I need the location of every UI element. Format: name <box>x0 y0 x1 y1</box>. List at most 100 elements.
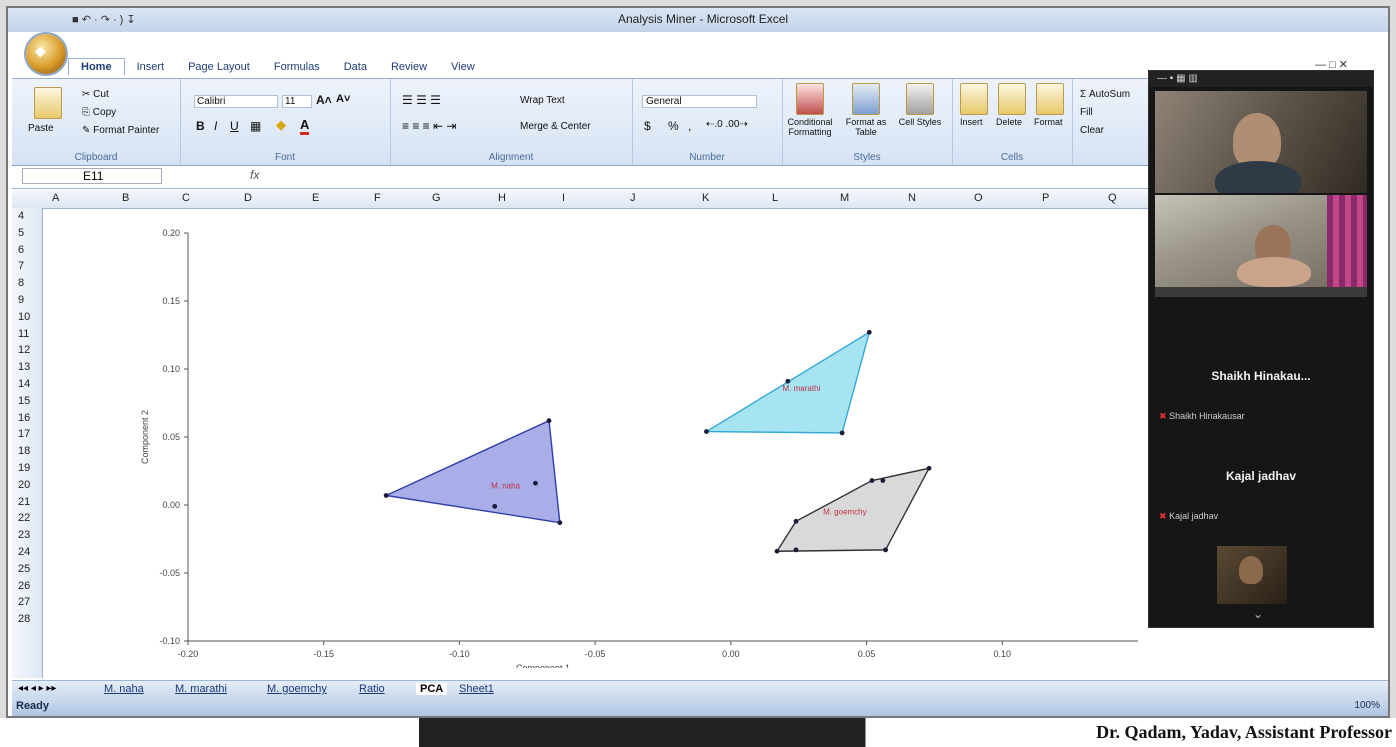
column-header[interactable]: M <box>840 192 849 204</box>
row-header[interactable]: 22 <box>12 510 42 527</box>
decimal-icon[interactable]: ⇠.0 .00⇢ <box>706 119 748 130</box>
row-header[interactable]: 4 <box>12 208 42 225</box>
pca-chart[interactable]: -0.20 -0.15 -0.10 -0.05 0.00 0.05 0.10 -0.10 -0.… <box>48 213 1158 668</box>
column-header[interactable]: L <box>772 192 778 204</box>
tab-insert[interactable]: Insert <box>125 59 177 75</box>
comma-button[interactable]: , <box>688 119 691 133</box>
column-header[interactable]: D <box>244 192 252 204</box>
currency-icon[interactable]: $ <box>644 119 651 133</box>
row-header[interactable]: 10 <box>12 309 42 326</box>
insert-cells-button[interactable]: Insert <box>960 117 983 127</box>
column-header[interactable]: N <box>908 192 916 204</box>
format-table-icon[interactable] <box>852 83 880 115</box>
cell-styles-button[interactable]: Cell Styles <box>894 117 946 127</box>
row-header[interactable]: 15 <box>12 393 42 410</box>
delete-cells-icon[interactable] <box>998 83 1026 115</box>
tab-data[interactable]: Data <box>332 59 379 75</box>
cell-styles-icon[interactable] <box>906 83 934 115</box>
tab-home[interactable]: Home <box>68 58 125 75</box>
name-box[interactable]: E11 <box>22 168 162 184</box>
video-tile-1[interactable] <box>1155 91 1367 193</box>
align-top-icon[interactable]: ☰ ☰ ☰ <box>402 93 441 107</box>
row-header[interactable]: 17 <box>12 426 42 443</box>
fill-button[interactable]: Fill <box>1080 107 1093 118</box>
delete-cells-button[interactable]: Delete <box>996 117 1022 127</box>
column-header[interactable]: E <box>312 192 319 204</box>
column-header[interactable]: C <box>182 192 190 204</box>
row-header[interactable]: 24 <box>12 544 42 561</box>
row-header[interactable]: 11 <box>12 326 42 343</box>
fx-icon[interactable]: fx <box>250 168 259 182</box>
row-header[interactable]: 19 <box>12 460 42 477</box>
align-left-icon[interactable]: ≡ ≡ ≡ ⇤ ⇥ <box>402 119 456 133</box>
column-header[interactable]: O <box>974 192 983 204</box>
row-header[interactable]: 14 <box>12 376 42 393</box>
tab-view[interactable]: View <box>439 59 487 75</box>
column-header[interactable]: F <box>374 192 381 204</box>
shrink-font-button[interactable]: A˅ <box>336 93 350 105</box>
format-painter-button[interactable]: ✎ Format Painter <box>82 125 159 136</box>
row-header[interactable]: 25 <box>12 561 42 578</box>
tab-page-layout[interactable]: Page Layout <box>176 59 262 75</box>
sheet-tab[interactable]: Sheet1 <box>459 683 494 695</box>
row-header[interactable]: 12 <box>12 342 42 359</box>
sheet-tab[interactable]: Ratio <box>359 683 385 695</box>
merge-center-button[interactable]: Merge & Center <box>520 121 591 132</box>
column-header[interactable]: H <box>498 192 506 204</box>
sheet-tab[interactable]: M. marathi <box>175 683 227 695</box>
column-header[interactable]: P <box>1042 192 1049 204</box>
column-header[interactable]: J <box>630 192 636 204</box>
bold-button[interactable]: B <box>196 119 205 133</box>
format-cells-button[interactable]: Format <box>1034 117 1063 127</box>
row-header[interactable]: 20 <box>12 477 42 494</box>
italic-button[interactable]: I <box>214 119 217 133</box>
tab-formulas[interactable]: Formulas <box>262 59 332 75</box>
font-size-select[interactable]: 11 <box>282 95 312 108</box>
column-header[interactable]: I <box>562 192 565 204</box>
row-header[interactable]: 6 <box>12 242 42 259</box>
clear-button[interactable]: Clear <box>1080 125 1104 136</box>
column-header[interactable]: K <box>702 192 709 204</box>
fill-color-icon[interactable]: ◆ <box>276 117 286 133</box>
row-header[interactable]: 7 <box>12 258 42 275</box>
font-name-select[interactable]: Calibri <box>194 95 278 108</box>
paste-button[interactable]: Paste <box>28 123 54 134</box>
row-header[interactable]: 18 <box>12 443 42 460</box>
zoom-level[interactable]: 100% <box>1354 700 1380 711</box>
borders-icon[interactable]: ▦ <box>250 119 261 133</box>
column-header[interactable]: Q <box>1108 192 1117 204</box>
office-button[interactable]: ❖ <box>26 34 66 74</box>
tab-review[interactable]: Review <box>379 59 439 75</box>
row-header[interactable]: 13 <box>12 359 42 376</box>
wrap-text-button[interactable]: Wrap Text <box>520 95 565 106</box>
number-format-select[interactable]: General <box>642 95 757 108</box>
conditional-formatting-icon[interactable] <box>796 83 824 115</box>
chevron-down-icon[interactable]: ⌄ <box>1253 607 1263 621</box>
conditional-formatting-button[interactable]: Conditional Formatting <box>782 117 838 137</box>
cut-button[interactable]: ✂ Cut <box>82 89 109 100</box>
grow-font-button[interactable]: A˄ <box>316 93 332 107</box>
quick-access-toolbar[interactable]: ■ ↶ · ↷ · ) ↧ <box>72 13 136 26</box>
row-header[interactable]: 23 <box>12 527 42 544</box>
sheet-nav-arrows-icon[interactable]: ◂◂ ◂ ▸ ▸▸ <box>18 683 56 694</box>
column-header[interactable]: B <box>122 192 129 204</box>
row-header[interactable]: 21 <box>12 494 42 511</box>
column-header[interactable]: G <box>432 192 441 204</box>
paste-icon[interactable] <box>34 87 62 119</box>
format-cells-icon[interactable] <box>1036 83 1064 115</box>
row-header[interactable]: 8 <box>12 275 42 292</box>
autosum-button[interactable]: Σ AutoSum <box>1080 89 1130 100</box>
video-tile-3[interactable] <box>1217 546 1287 604</box>
percent-button[interactable]: % <box>668 119 679 133</box>
row-header[interactable]: 9 <box>12 292 42 309</box>
row-header[interactable]: 28 <box>12 611 42 628</box>
meeting-view-icons[interactable]: — ▪ ▦ ▥ <box>1157 73 1198 84</box>
row-header[interactable]: 26 <box>12 578 42 595</box>
underline-button[interactable]: U <box>230 119 239 133</box>
row-header[interactable]: 16 <box>12 410 42 427</box>
sheet-tab[interactable]: M. naha <box>104 683 144 695</box>
font-color-button[interactable]: A <box>300 117 310 135</box>
column-header[interactable]: A <box>52 192 59 204</box>
row-header[interactable]: 27 <box>12 594 42 611</box>
copy-button[interactable]: ⎘ Copy <box>82 107 116 118</box>
